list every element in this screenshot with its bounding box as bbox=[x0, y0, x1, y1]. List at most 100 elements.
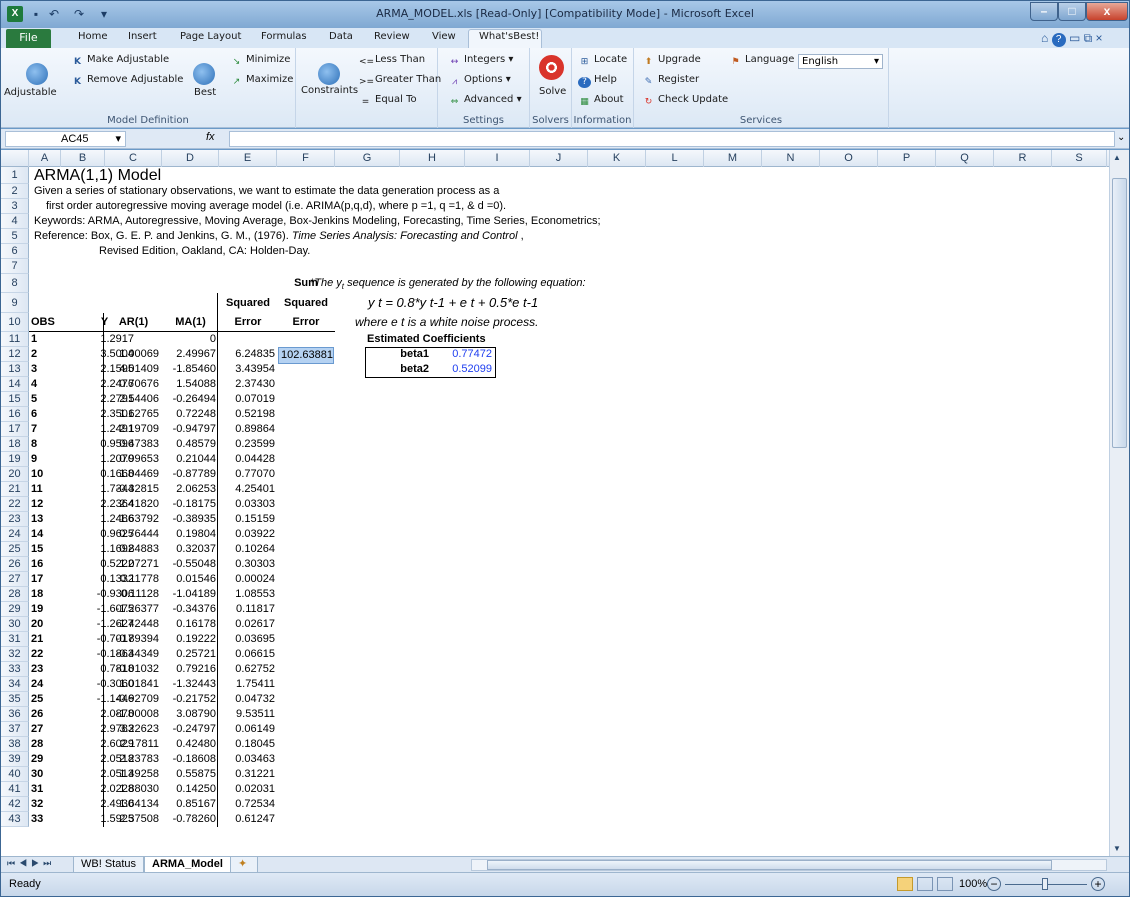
ma-cell[interactable]: -1.04189 bbox=[162, 587, 216, 602]
adjustable-button[interactable]: Adjustable bbox=[4, 87, 57, 98]
ar-cell[interactable]: -0.92709 bbox=[105, 692, 159, 707]
ma-cell[interactable]: -1.85460 bbox=[162, 362, 216, 377]
row-header[interactable]: 17 bbox=[1, 422, 29, 437]
squared-label[interactable]: Squared bbox=[219, 293, 277, 313]
insert-sheet-icon[interactable]: ✦ bbox=[230, 857, 258, 873]
error-cell[interactable]: 0.15159 bbox=[219, 512, 275, 527]
header-ar[interactable]: AR(1) bbox=[105, 313, 162, 332]
formula-input[interactable] bbox=[229, 131, 1115, 147]
sheet-title[interactable]: ARMA(1,1) Model bbox=[34, 167, 161, 184]
ma-cell[interactable]: -0.38935 bbox=[162, 512, 216, 527]
row-header[interactable]: 10 bbox=[1, 313, 29, 332]
adjustable-icon[interactable] bbox=[26, 63, 48, 85]
less-than-button[interactable]: <=Less Than bbox=[359, 54, 425, 68]
row-header[interactable]: 38 bbox=[1, 737, 29, 752]
vertical-scrollbar[interactable]: ▲ ▼ bbox=[1109, 150, 1129, 856]
ma-cell[interactable]: 0.16178 bbox=[162, 617, 216, 632]
obs-cell[interactable]: 31 bbox=[31, 782, 43, 797]
obs-cell[interactable]: 9 bbox=[31, 452, 37, 467]
obs-cell[interactable]: 25 bbox=[31, 692, 43, 707]
obs-cell[interactable]: 32 bbox=[31, 797, 43, 812]
obs-cell[interactable]: 24 bbox=[31, 677, 43, 692]
column-header-b[interactable]: B bbox=[61, 150, 105, 167]
error-cell[interactable]: 1.75411 bbox=[219, 677, 275, 692]
ar-cell[interactable]: 0.76444 bbox=[105, 527, 159, 542]
column-header-g[interactable]: G bbox=[335, 150, 400, 167]
error-cell[interactable]: 0.04732 bbox=[219, 692, 275, 707]
obs-cell[interactable]: 22 bbox=[31, 647, 43, 662]
obs-cell[interactable]: 28 bbox=[31, 737, 43, 752]
error-cell[interactable]: 0.02617 bbox=[219, 617, 275, 632]
about-button[interactable]: ▦ About bbox=[578, 94, 623, 108]
locate-button[interactable]: ⊞ Locate bbox=[578, 54, 628, 68]
row-header[interactable]: 26 bbox=[1, 557, 29, 572]
error-cell[interactable]: 0.72534 bbox=[219, 797, 275, 812]
ma-cell[interactable]: -0.55048 bbox=[162, 557, 216, 572]
ar-cell[interactable]: 0.11128 bbox=[105, 587, 159, 602]
white-noise-note[interactable]: where e t is a white noise process. bbox=[355, 313, 538, 332]
obs-cell[interactable]: 1 bbox=[31, 332, 37, 347]
ma-cell[interactable]: -0.26494 bbox=[162, 392, 216, 407]
ar-cell[interactable]: 1.04469 bbox=[105, 467, 159, 482]
tab-file[interactable]: File bbox=[6, 29, 51, 48]
language-select[interactable]: English ▾ bbox=[798, 54, 883, 69]
obs-cell[interactable]: 3 bbox=[31, 362, 37, 377]
ar-cell[interactable]: 0.11778 bbox=[105, 572, 159, 587]
ar-cell[interactable]: 1.63792 bbox=[105, 512, 159, 527]
ar-cell[interactable]: 1.88030 bbox=[105, 782, 159, 797]
ma-cell[interactable]: 0.19804 bbox=[162, 527, 216, 542]
column-header-e[interactable]: E bbox=[219, 150, 277, 167]
column-header-f[interactable]: F bbox=[277, 150, 335, 167]
sheet-nav-icons[interactable]: ⏮◀▶⏭ bbox=[7, 858, 55, 869]
row-header[interactable]: 24 bbox=[1, 527, 29, 542]
help-icon[interactable]: ? bbox=[1051, 33, 1066, 47]
collapse-ribbon-icon[interactable]: ⌂ bbox=[1041, 31, 1048, 45]
ar-cell[interactable]: 2.54406 bbox=[105, 392, 159, 407]
ma-cell[interactable]: -0.18175 bbox=[162, 497, 216, 512]
tab-home[interactable]: Home bbox=[78, 31, 108, 42]
row-header[interactable]: 19 bbox=[1, 452, 29, 467]
remove-adjustable-button[interactable]: K Remove Adjustable bbox=[71, 74, 183, 88]
scroll-down-icon[interactable]: ▼ bbox=[1113, 844, 1121, 853]
row-header[interactable]: 28 bbox=[1, 587, 29, 602]
obs-cell[interactable]: 17 bbox=[31, 572, 43, 587]
obs-cell[interactable]: 20 bbox=[31, 617, 43, 632]
error-cell[interactable]: 2.37430 bbox=[219, 377, 275, 392]
column-header-p[interactable]: P bbox=[878, 150, 936, 167]
register-button[interactable]: ✎ Register bbox=[642, 74, 699, 88]
obs-cell[interactable]: 11 bbox=[31, 482, 43, 497]
column-header-c[interactable]: C bbox=[105, 150, 162, 167]
ar-cell[interactable]: 2.23783 bbox=[105, 752, 159, 767]
normal-view-icon[interactable] bbox=[897, 877, 913, 891]
vertical-scroll-thumb[interactable] bbox=[1112, 178, 1127, 448]
ar-cell[interactable]: 1.00069 bbox=[105, 347, 159, 362]
description-line[interactable]: Given a series of stationary observation… bbox=[34, 184, 499, 199]
header-error[interactable]: Error bbox=[277, 313, 335, 332]
column-header-a[interactable]: A bbox=[29, 150, 61, 167]
obs-cell[interactable]: 14 bbox=[31, 527, 43, 542]
obs-cell[interactable]: 2 bbox=[31, 347, 37, 362]
description-line[interactable]: first order autoregressive moving averag… bbox=[46, 199, 506, 214]
obs-cell[interactable]: 5 bbox=[31, 392, 37, 407]
ma-cell[interactable]: 0.19222 bbox=[162, 632, 216, 647]
obs-cell[interactable]: 15 bbox=[31, 542, 43, 557]
row-header[interactable]: 25 bbox=[1, 542, 29, 557]
workbook-minimize-icon[interactable]: ▭ bbox=[1069, 31, 1080, 45]
row-header[interactable]: 20 bbox=[1, 467, 29, 482]
ma-cell[interactable]: 0.42480 bbox=[162, 737, 216, 752]
minimize-button[interactable]: ↘ Minimize bbox=[230, 54, 291, 68]
tab-whatsbest[interactable]: What'sBest! bbox=[479, 31, 539, 42]
row-header[interactable]: 18 bbox=[1, 437, 29, 452]
obs-cell[interactable]: 6 bbox=[31, 407, 37, 422]
ma-cell[interactable]: 0.85167 bbox=[162, 797, 216, 812]
advanced-button[interactable]: ⇔ Advanced ▾ bbox=[448, 94, 522, 108]
obs-cell[interactable]: 7 bbox=[31, 422, 37, 437]
column-header-m[interactable]: M bbox=[704, 150, 762, 167]
obs-cell[interactable]: 16 bbox=[31, 557, 43, 572]
obs-cell[interactable]: 12 bbox=[31, 497, 43, 512]
column-header-k[interactable]: K bbox=[588, 150, 646, 167]
close-window-button[interactable]: x bbox=[1086, 2, 1128, 21]
ar-cell[interactable]: 0.70676 bbox=[105, 377, 159, 392]
ar-cell[interactable]: 1.62765 bbox=[105, 407, 159, 422]
scroll-up-icon[interactable]: ▲ bbox=[1113, 153, 1121, 162]
